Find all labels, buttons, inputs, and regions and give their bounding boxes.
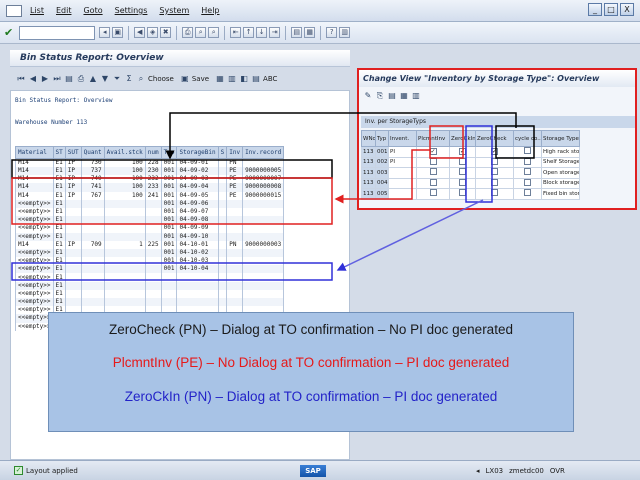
- status-ok-icon: ✓: [14, 466, 23, 475]
- zerockin-column-box: [465, 125, 493, 203]
- insert-mode: OVR: [549, 467, 565, 475]
- sap-logo: SAP: [300, 465, 326, 477]
- zerocheck-row-box: [11, 159, 333, 179]
- explanation-box: ZeroCheck (PN) – Dialog at TO confirmati…: [48, 312, 574, 432]
- status-expand-icon[interactable]: ◂: [476, 465, 480, 477]
- zerockin-row-box: [11, 262, 333, 281]
- zerockin-arrow: [336, 199, 484, 271]
- zerocheck-column-box: [495, 125, 535, 159]
- placement-rows-box: [11, 177, 333, 225]
- zerockin-note: ZeroCkIn (PN) – Dialog at TO confirmatio…: [124, 389, 498, 404]
- plcmntinv-note: PlcmntInv (PE) – No Dialog at TO confirm…: [112, 355, 510, 370]
- system-info: ◂ LX03 zmetdc00 OVR: [476, 465, 565, 477]
- plcmntinv-column-box: [429, 125, 464, 159]
- server-name: zmetdc00: [509, 467, 544, 475]
- plcmntinv-arrow: [334, 149, 430, 204]
- status-bar: ✓ Layout applied SAP ◂ LX03 zmetdc00 OVR: [0, 460, 640, 480]
- zerocheck-arrow: [165, 112, 517, 160]
- status-message: Layout applied: [26, 466, 78, 475]
- transaction-code: LX03: [485, 467, 504, 475]
- zerocheck-note: ZeroCheck (PN) – Dialog at TO confirmati…: [109, 322, 513, 337]
